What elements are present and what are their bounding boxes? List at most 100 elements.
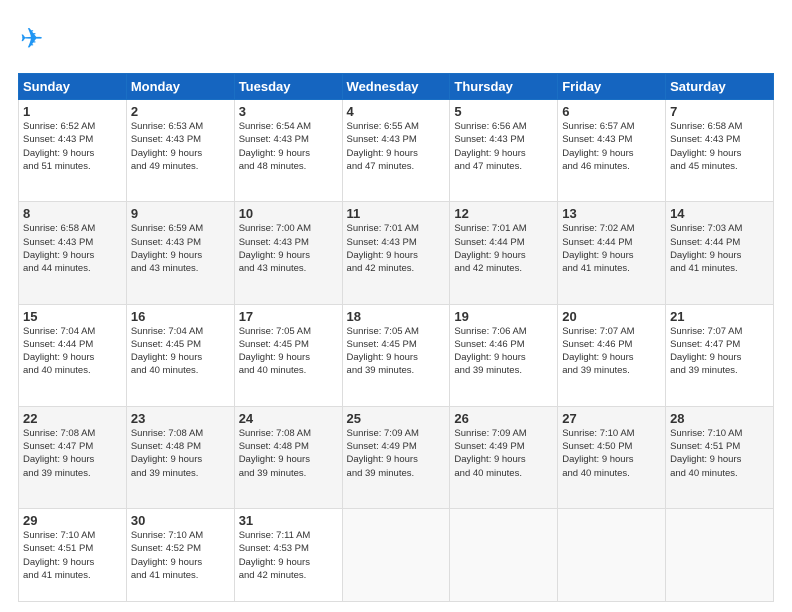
calendar-cell: 5Sunrise: 6:56 AMSunset: 4:43 PMDaylight…	[450, 100, 558, 202]
calendar-cell: 7Sunrise: 6:58 AMSunset: 4:43 PMDaylight…	[666, 100, 774, 202]
calendar-cell: 8Sunrise: 6:58 AMSunset: 4:43 PMDaylight…	[19, 202, 127, 304]
day-number: 23	[131, 411, 230, 426]
dow-header: Wednesday	[342, 74, 450, 100]
calendar-cell: 16Sunrise: 7:04 AMSunset: 4:45 PMDayligh…	[126, 304, 234, 406]
day-info: Sunrise: 6:58 AMSunset: 4:43 PMDaylight:…	[670, 120, 769, 173]
calendar-cell: 22Sunrise: 7:08 AMSunset: 4:47 PMDayligh…	[19, 406, 127, 508]
calendar-cell: 13Sunrise: 7:02 AMSunset: 4:44 PMDayligh…	[558, 202, 666, 304]
day-info: Sunrise: 7:07 AMSunset: 4:46 PMDaylight:…	[562, 325, 661, 378]
day-number: 22	[23, 411, 122, 426]
day-info: Sunrise: 7:07 AMSunset: 4:47 PMDaylight:…	[670, 325, 769, 378]
day-info: Sunrise: 7:10 AMSunset: 4:51 PMDaylight:…	[670, 427, 769, 480]
day-info: Sunrise: 7:01 AMSunset: 4:44 PMDaylight:…	[454, 222, 553, 275]
day-of-week-row: SundayMondayTuesdayWednesdayThursdayFrid…	[19, 74, 774, 100]
day-number: 19	[454, 309, 553, 324]
calendar-cell: 3Sunrise: 6:54 AMSunset: 4:43 PMDaylight…	[234, 100, 342, 202]
calendar-cell	[558, 509, 666, 602]
day-number: 10	[239, 206, 338, 221]
day-info: Sunrise: 7:03 AMSunset: 4:44 PMDaylight:…	[670, 222, 769, 275]
day-info: Sunrise: 7:10 AMSunset: 4:52 PMDaylight:…	[131, 529, 230, 582]
header: ✈	[18, 18, 774, 63]
calendar-cell: 20Sunrise: 7:07 AMSunset: 4:46 PMDayligh…	[558, 304, 666, 406]
calendar-cell: 4Sunrise: 6:55 AMSunset: 4:43 PMDaylight…	[342, 100, 450, 202]
day-number: 16	[131, 309, 230, 324]
calendar-cell: 14Sunrise: 7:03 AMSunset: 4:44 PMDayligh…	[666, 202, 774, 304]
dow-header: Friday	[558, 74, 666, 100]
day-number: 31	[239, 513, 338, 528]
day-info: Sunrise: 6:59 AMSunset: 4:43 PMDaylight:…	[131, 222, 230, 275]
calendar-cell: 9Sunrise: 6:59 AMSunset: 4:43 PMDaylight…	[126, 202, 234, 304]
day-info: Sunrise: 7:04 AMSunset: 4:45 PMDaylight:…	[131, 325, 230, 378]
day-info: Sunrise: 7:00 AMSunset: 4:43 PMDaylight:…	[239, 222, 338, 275]
calendar-cell: 24Sunrise: 7:08 AMSunset: 4:48 PMDayligh…	[234, 406, 342, 508]
calendar-cell: 25Sunrise: 7:09 AMSunset: 4:49 PMDayligh…	[342, 406, 450, 508]
calendar-cell: 26Sunrise: 7:09 AMSunset: 4:49 PMDayligh…	[450, 406, 558, 508]
day-info: Sunrise: 7:09 AMSunset: 4:49 PMDaylight:…	[347, 427, 446, 480]
day-number: 20	[562, 309, 661, 324]
calendar-cell: 11Sunrise: 7:01 AMSunset: 4:43 PMDayligh…	[342, 202, 450, 304]
day-number: 7	[670, 104, 769, 119]
logo: ✈	[18, 18, 62, 63]
calendar-cell: 29Sunrise: 7:10 AMSunset: 4:51 PMDayligh…	[19, 509, 127, 602]
day-info: Sunrise: 7:05 AMSunset: 4:45 PMDaylight:…	[239, 325, 338, 378]
day-info: Sunrise: 6:56 AMSunset: 4:43 PMDaylight:…	[454, 120, 553, 173]
day-info: Sunrise: 7:10 AMSunset: 4:51 PMDaylight:…	[23, 529, 122, 582]
dow-header: Monday	[126, 74, 234, 100]
day-number: 3	[239, 104, 338, 119]
calendar-cell: 2Sunrise: 6:53 AMSunset: 4:43 PMDaylight…	[126, 100, 234, 202]
day-number: 25	[347, 411, 446, 426]
calendar-table: SundayMondayTuesdayWednesdayThursdayFrid…	[18, 73, 774, 602]
calendar-cell: 12Sunrise: 7:01 AMSunset: 4:44 PMDayligh…	[450, 202, 558, 304]
dow-header: Tuesday	[234, 74, 342, 100]
calendar-cell: 31Sunrise: 7:11 AMSunset: 4:53 PMDayligh…	[234, 509, 342, 602]
day-info: Sunrise: 7:11 AMSunset: 4:53 PMDaylight:…	[239, 529, 338, 582]
day-number: 6	[562, 104, 661, 119]
day-number: 5	[454, 104, 553, 119]
calendar-cell: 1Sunrise: 6:52 AMSunset: 4:43 PMDaylight…	[19, 100, 127, 202]
day-number: 17	[239, 309, 338, 324]
day-info: Sunrise: 7:04 AMSunset: 4:44 PMDaylight:…	[23, 325, 122, 378]
calendar-cell: 30Sunrise: 7:10 AMSunset: 4:52 PMDayligh…	[126, 509, 234, 602]
day-info: Sunrise: 6:52 AMSunset: 4:43 PMDaylight:…	[23, 120, 122, 173]
day-number: 21	[670, 309, 769, 324]
day-info: Sunrise: 7:01 AMSunset: 4:43 PMDaylight:…	[347, 222, 446, 275]
day-number: 18	[347, 309, 446, 324]
calendar-cell: 6Sunrise: 6:57 AMSunset: 4:43 PMDaylight…	[558, 100, 666, 202]
day-info: Sunrise: 7:08 AMSunset: 4:48 PMDaylight:…	[131, 427, 230, 480]
calendar-cell	[342, 509, 450, 602]
day-number: 11	[347, 206, 446, 221]
page: ✈ SundayMondayTuesdayWednesdayThursdayFr…	[0, 0, 792, 612]
day-number: 13	[562, 206, 661, 221]
calendar-cell: 18Sunrise: 7:05 AMSunset: 4:45 PMDayligh…	[342, 304, 450, 406]
day-number: 24	[239, 411, 338, 426]
day-number: 15	[23, 309, 122, 324]
day-number: 12	[454, 206, 553, 221]
day-info: Sunrise: 6:58 AMSunset: 4:43 PMDaylight:…	[23, 222, 122, 275]
day-number: 30	[131, 513, 230, 528]
dow-header: Sunday	[19, 74, 127, 100]
calendar-cell: 10Sunrise: 7:00 AMSunset: 4:43 PMDayligh…	[234, 202, 342, 304]
calendar-cell	[666, 509, 774, 602]
day-number: 8	[23, 206, 122, 221]
day-info: Sunrise: 7:09 AMSunset: 4:49 PMDaylight:…	[454, 427, 553, 480]
day-number: 14	[670, 206, 769, 221]
day-info: Sunrise: 6:57 AMSunset: 4:43 PMDaylight:…	[562, 120, 661, 173]
day-info: Sunrise: 6:54 AMSunset: 4:43 PMDaylight:…	[239, 120, 338, 173]
day-info: Sunrise: 7:05 AMSunset: 4:45 PMDaylight:…	[347, 325, 446, 378]
day-number: 9	[131, 206, 230, 221]
day-number: 28	[670, 411, 769, 426]
day-number: 4	[347, 104, 446, 119]
calendar-cell: 17Sunrise: 7:05 AMSunset: 4:45 PMDayligh…	[234, 304, 342, 406]
day-info: Sunrise: 7:10 AMSunset: 4:50 PMDaylight:…	[562, 427, 661, 480]
day-number: 26	[454, 411, 553, 426]
calendar-cell: 23Sunrise: 7:08 AMSunset: 4:48 PMDayligh…	[126, 406, 234, 508]
day-info: Sunrise: 6:55 AMSunset: 4:43 PMDaylight:…	[347, 120, 446, 173]
day-info: Sunrise: 7:02 AMSunset: 4:44 PMDaylight:…	[562, 222, 661, 275]
calendar-cell: 15Sunrise: 7:04 AMSunset: 4:44 PMDayligh…	[19, 304, 127, 406]
day-info: Sunrise: 6:53 AMSunset: 4:43 PMDaylight:…	[131, 120, 230, 173]
day-info: Sunrise: 7:06 AMSunset: 4:46 PMDaylight:…	[454, 325, 553, 378]
calendar-cell: 21Sunrise: 7:07 AMSunset: 4:47 PMDayligh…	[666, 304, 774, 406]
day-info: Sunrise: 7:08 AMSunset: 4:47 PMDaylight:…	[23, 427, 122, 480]
day-info: Sunrise: 7:08 AMSunset: 4:48 PMDaylight:…	[239, 427, 338, 480]
day-number: 1	[23, 104, 122, 119]
